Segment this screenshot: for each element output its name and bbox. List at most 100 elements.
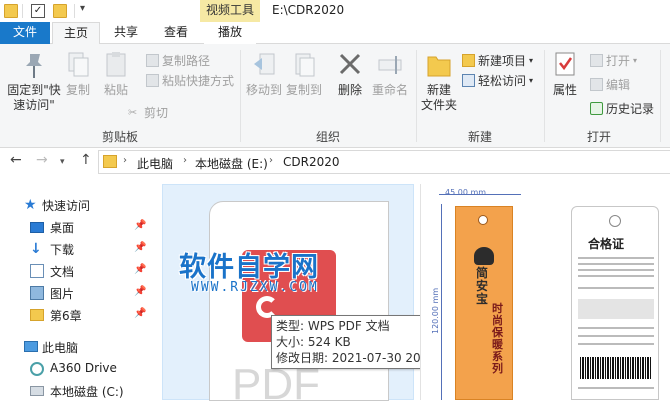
customize-quick-access-icon[interactable]: ▾ <box>80 3 85 14</box>
fine-print-line <box>578 263 654 265</box>
pin-icon[interactable]: 📌 <box>134 308 146 319</box>
ribbon-tab-row: 文件 主页 共享 查看 播放 <box>0 22 670 45</box>
breadcrumb-cdr2020[interactable]: CDR2020 <box>283 155 340 169</box>
tab-share[interactable]: 共享 <box>104 22 148 44</box>
easy-access-icon <box>462 74 475 87</box>
paste-shortcut-icon <box>146 74 159 87</box>
new-item-button[interactable]: 新建项目 ▾ <box>462 52 533 69</box>
sidebar-item-documents[interactable]: 文档 📌 <box>0 260 160 282</box>
fine-print-line <box>578 343 654 345</box>
move-to-button[interactable]: 移动到 <box>246 50 282 98</box>
recent-locations-chevron-icon[interactable]: ▾ <box>60 157 65 167</box>
tag-hole <box>478 215 488 225</box>
chevron-right-icon[interactable]: › <box>183 155 187 166</box>
tab-file[interactable]: 文件 <box>0 22 50 44</box>
open-button[interactable]: 打开 ▾ <box>590 52 637 69</box>
pin-icon[interactable]: 📌 <box>134 264 146 275</box>
hang-tag-back: 合格证 <box>571 206 659 400</box>
file-list: PDF 软件自学网 WWW.RJZXW.COM 类型: WPS PDF 文档 大… <box>162 184 670 409</box>
up-arrow-icon[interactable]: ↑ <box>80 152 92 168</box>
delete-button[interactable]: 删除 <box>334 50 366 98</box>
pin-icon[interactable]: 📌 <box>134 220 146 231</box>
navigation-pane: ★ 快速访问 桌面 📌 ↓ 下载 📌 文档 📌 图片 📌 第6章 📌 此电脑 A… <box>0 184 160 400</box>
history-label: 历史记录 <box>606 102 655 116</box>
rename-button[interactable]: 重命名 <box>370 50 410 98</box>
pin-label-line1: 固定到"快 <box>7 83 61 97</box>
width-dimension-label: 45.00 mm <box>445 188 487 197</box>
paste-shortcut-button[interactable]: 粘贴快捷方式 <box>146 72 234 89</box>
new-folder-button[interactable]: 新建 文件夹 <box>420 50 458 113</box>
rename-label: 重命名 <box>371 83 408 97</box>
properties-check-icon[interactable]: ✓ <box>31 4 45 18</box>
properties-button[interactable]: 属性 <box>550 50 580 98</box>
tab-home[interactable]: 主页 <box>52 22 100 45</box>
pin-icon[interactable]: 📌 <box>134 242 146 253</box>
scissors-icon: ✂ <box>128 106 138 119</box>
open-icon <box>590 54 603 67</box>
chevron-right-icon[interactable]: › <box>269 155 273 166</box>
edit-button[interactable]: 编辑 <box>590 76 630 93</box>
sidebar-item-quick-access[interactable]: ★ 快速访问 <box>0 194 160 216</box>
cut-button[interactable]: ✂ 剪切 <box>128 104 168 121</box>
computer-icon <box>24 341 38 352</box>
forward-arrow-icon[interactable]: → <box>36 152 48 168</box>
paste-icon <box>106 52 126 77</box>
tab-play[interactable]: 播放 <box>204 22 256 44</box>
pin-icon[interactable]: 📌 <box>134 286 146 297</box>
sidebar-item-drive-c[interactable]: 本地磁盘 (C:) <box>0 380 160 402</box>
sidebar-item-label: 文档 <box>50 265 75 279</box>
copy-path-button[interactable]: 复制路径 <box>146 52 210 69</box>
sidebar-item-label: 本地磁盘 (C:) <box>50 385 124 399</box>
open-group-label: 打开 <box>586 130 611 144</box>
sidebar-item-desktop[interactable]: 桌面 📌 <box>0 216 160 238</box>
sidebar-item-label: 桌面 <box>50 221 75 235</box>
move-to-label: 移动到 <box>246 83 283 97</box>
divider <box>660 50 661 142</box>
new-group-label: 新建 <box>467 130 492 144</box>
product-series-text: 时尚保暖系列 <box>492 302 503 375</box>
easy-access-button[interactable]: 轻松访问 ▾ <box>462 72 533 89</box>
breadcrumb-drive-e[interactable]: 本地磁盘 (E:) <box>195 155 268 172</box>
chevron-down-icon: ▾ <box>529 76 534 85</box>
sidebar-item-pictures[interactable]: 图片 📌 <box>0 282 160 304</box>
sidebar-item-label: 此电脑 <box>42 341 79 355</box>
back-arrow-icon[interactable]: ← <box>10 152 22 168</box>
properties-icon <box>555 52 575 76</box>
file-item-tag-design[interactable]: 45.00 mm 120.00 mm 简安宝 时尚保暖系列 合格证 <box>420 184 670 400</box>
sidebar-item-label: 快速访问 <box>42 199 91 213</box>
tab-view[interactable]: 查看 <box>154 22 198 44</box>
pictures-icon <box>30 286 44 300</box>
file-item-pdf[interactable]: PDF 软件自学网 WWW.RJZXW.COM 类型: WPS PDF 文档 大… <box>162 184 440 409</box>
fine-print-line <box>578 257 654 259</box>
paste-button[interactable]: 粘贴 <box>100 50 132 98</box>
pin-icon <box>26 54 42 78</box>
copy-to-icon <box>295 53 315 77</box>
copy-to-button[interactable]: 复制到 <box>286 50 322 98</box>
fine-print-line <box>578 327 654 329</box>
copy-icon <box>68 52 89 77</box>
pin-to-quick-access-button[interactable]: 固定到"快 速访问" <box>6 50 62 113</box>
sidebar-item-downloads[interactable]: ↓ 下载 📌 <box>0 238 160 260</box>
sidebar-item-a360-drive[interactable]: A360 Drive <box>0 358 160 380</box>
sidebar-item-label: A360 Drive <box>50 361 117 375</box>
edit-label: 编辑 <box>606 78 631 92</box>
new-folder-icon[interactable] <box>53 4 67 18</box>
sidebar-item-chapter6[interactable]: 第6章 📌 <box>0 304 160 326</box>
paste-shortcut-label: 粘贴快捷方式 <box>162 74 235 88</box>
video-tools-context-tab[interactable]: 视频工具 <box>200 0 260 22</box>
copy-to-label: 复制到 <box>286 83 323 97</box>
sidebar-item-this-pc[interactable]: 此电脑 <box>0 336 160 358</box>
new-folder-icon <box>427 56 451 77</box>
easy-access-label: 轻松访问 <box>478 74 527 88</box>
care-symbols <box>578 299 654 319</box>
copy-button[interactable]: 复制 <box>62 50 94 98</box>
tooltip-type: 类型: WPS PDF 文档 <box>276 319 390 333</box>
chevron-right-icon[interactable]: › <box>123 155 127 166</box>
download-arrow-icon: ↓ <box>30 241 42 257</box>
breadcrumb-this-pc[interactable]: 此电脑 <box>137 155 173 172</box>
fine-print-line <box>578 335 654 337</box>
history-button[interactable]: 历史记录 <box>590 100 654 117</box>
title-bar: ✓ ▾ 视频工具 E:\CDR2020 <box>0 0 670 22</box>
barcode <box>580 357 652 379</box>
breadcrumb[interactable]: › 此电脑 › 本地磁盘 (E:) › CDR2020 <box>98 150 670 174</box>
